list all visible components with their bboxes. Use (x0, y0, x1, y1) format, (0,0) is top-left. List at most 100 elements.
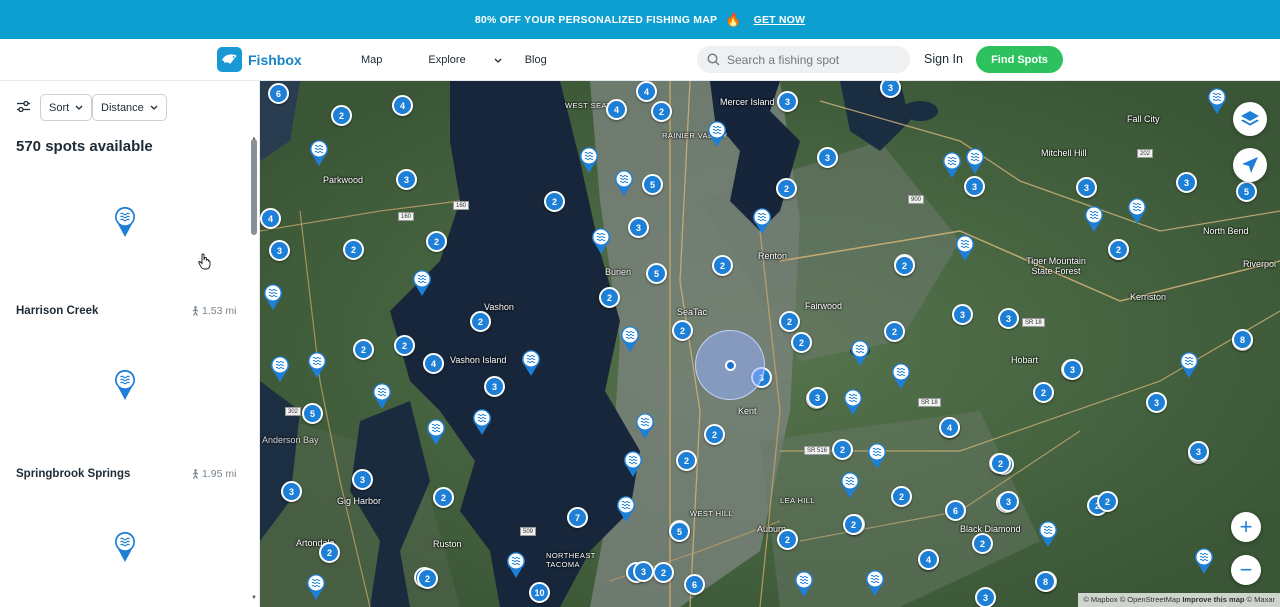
spot-cluster-marker[interactable]: 3 (281, 481, 302, 502)
water-spot-pin-icon[interactable] (941, 151, 963, 179)
search-input[interactable]: Search a fishing spot (697, 46, 910, 73)
spot-cluster-marker[interactable]: 2 (1033, 382, 1054, 403)
distance-dropdown[interactable]: Distance (92, 94, 167, 121)
water-spot-pin-icon[interactable] (866, 442, 888, 470)
spot-cluster-marker[interactable]: 2 (426, 231, 447, 252)
spot-cluster-marker[interactable]: 3 (1188, 441, 1209, 462)
spot-cluster-marker[interactable]: 3 (633, 561, 654, 582)
spot-cluster-marker[interactable]: 2 (651, 101, 672, 122)
water-spot-pin-icon[interactable] (622, 450, 644, 478)
spot-cluster-marker[interactable]: 4 (918, 549, 939, 570)
spot-cluster-marker[interactable]: 6 (268, 83, 289, 104)
spot-cluster-marker[interactable]: 2 (353, 339, 374, 360)
sign-in-link[interactable]: Sign In (924, 52, 963, 66)
spot-cluster-marker[interactable]: 6 (945, 500, 966, 521)
water-spot-pin-icon[interactable] (371, 382, 393, 410)
spot-cluster-marker[interactable]: 6 (684, 574, 705, 595)
spot-cluster-marker[interactable]: 3 (352, 469, 373, 490)
spot-cluster-marker[interactable]: 2 (894, 255, 915, 276)
spot-cluster-marker[interactable]: 5 (642, 174, 663, 195)
spot-cluster-marker[interactable]: 4 (423, 353, 444, 374)
water-spot-pin-icon[interactable] (864, 569, 886, 597)
spot-cluster-marker[interactable]: 2 (776, 178, 797, 199)
spot-cluster-marker[interactable]: 5 (1236, 181, 1257, 202)
water-spot-pin-icon[interactable] (425, 418, 447, 446)
spot-cluster-marker[interactable]: 2 (779, 311, 800, 332)
spot-cluster-marker[interactable]: 4 (606, 99, 627, 120)
spot-cluster-marker[interactable]: 3 (1146, 392, 1167, 413)
water-spot-pin-icon[interactable] (613, 169, 635, 197)
spot-cluster-marker[interactable]: 10 (529, 582, 550, 603)
spot-cluster-marker[interactable]: 2 (843, 514, 864, 535)
spot-cluster-marker[interactable]: 2 (791, 332, 812, 353)
water-spot-pin-icon[interactable] (411, 269, 433, 297)
filter-icon[interactable] (16, 100, 31, 113)
water-spot-pin-icon[interactable] (262, 283, 284, 311)
water-spot-pin-icon[interactable] (839, 471, 861, 499)
water-spot-pin-icon[interactable] (615, 495, 637, 523)
water-spot-pin-icon[interactable] (751, 207, 773, 235)
spot-cluster-marker[interactable]: 2 (884, 321, 905, 342)
spot-name[interactable]: Springbrook Springs (16, 468, 130, 480)
improve-map-link[interactable]: Improve this map (1182, 595, 1244, 604)
water-spot-pin-icon[interactable] (308, 139, 330, 167)
spot-cluster-marker[interactable]: 5 (646, 263, 667, 284)
zoom-in-button[interactable]: + (1231, 512, 1261, 542)
nav-explore[interactable]: Explore (428, 54, 502, 66)
spot-cluster-marker[interactable]: 3 (777, 91, 798, 112)
spot-cluster-marker[interactable]: 2 (990, 453, 1011, 474)
water-spot-pin-icon[interactable] (578, 146, 600, 174)
spot-cluster-marker[interactable]: 2 (712, 255, 733, 276)
water-spot-pin-icon[interactable] (1206, 87, 1228, 115)
spot-cluster-marker[interactable]: 4 (392, 95, 413, 116)
nav-map[interactable]: Map (361, 54, 405, 66)
spot-cluster-marker[interactable]: 3 (1062, 359, 1083, 380)
water-spot-pin-icon[interactable] (1126, 197, 1148, 225)
spot-cluster-marker[interactable]: 5 (302, 403, 323, 424)
spot-cluster-marker[interactable]: 2 (653, 562, 674, 583)
spot-cluster-marker[interactable]: 2 (672, 320, 693, 341)
water-spot-pin-icon[interactable] (634, 412, 656, 440)
spot-cluster-marker[interactable]: 3 (484, 376, 505, 397)
spot-cluster-marker[interactable]: 2 (777, 529, 798, 550)
water-spot-pin-icon[interactable] (305, 573, 327, 601)
water-spot-pin-icon[interactable] (520, 349, 542, 377)
spot-cluster-marker[interactable]: 3 (396, 169, 417, 190)
spot-cluster-marker[interactable]: 2 (891, 486, 912, 507)
locate-me-button[interactable] (1233, 148, 1267, 182)
water-spot-pin-icon[interactable] (505, 551, 527, 579)
spot-cluster-marker[interactable]: 4 (260, 208, 281, 229)
brand-logo[interactable]: Fishbox (217, 47, 302, 72)
spot-cluster-marker[interactable]: 4 (636, 81, 657, 102)
maxar-credit[interactable]: © Maxar (1247, 595, 1275, 604)
water-spot-pin-icon[interactable] (1193, 547, 1215, 575)
water-spot-pin-icon[interactable] (954, 234, 976, 262)
spot-cluster-marker[interactable]: 2 (704, 424, 725, 445)
spot-cluster-marker[interactable]: 3 (269, 240, 290, 261)
attribution-text[interactable]: © Mapbox © OpenStreetMap (1083, 595, 1180, 604)
scroll-down-arrow[interactable]: ▼ (251, 595, 257, 601)
water-spot-pin-icon[interactable] (471, 408, 493, 436)
nav-blog[interactable]: Blog (525, 54, 570, 66)
spot-cluster-marker[interactable]: 3 (998, 491, 1019, 512)
spot-name[interactable]: Harrison Creek (16, 305, 98, 317)
spot-cluster-marker[interactable]: 3 (1176, 172, 1197, 193)
spot-cluster-marker[interactable]: 3 (1076, 177, 1097, 198)
water-spot-pin-icon[interactable] (842, 388, 864, 416)
spot-cluster-marker[interactable]: 2 (676, 450, 697, 471)
spot-cluster-marker[interactable]: 8 (1035, 571, 1056, 592)
promo-get-now-link[interactable]: GET NOW (754, 14, 806, 26)
spot-cluster-marker[interactable]: 2 (470, 311, 491, 332)
spot-cluster-marker[interactable]: 8 (1232, 329, 1253, 350)
spot-cluster-marker[interactable]: 2 (1097, 491, 1118, 512)
spot-cluster-marker[interactable]: 3 (817, 147, 838, 168)
spot-cluster-marker[interactable]: 2 (832, 439, 853, 460)
water-spot-pin-icon[interactable] (590, 227, 612, 255)
spot-cluster-marker[interactable]: 3 (964, 176, 985, 197)
spot-cluster-marker[interactable]: 2 (599, 287, 620, 308)
spot-cluster-marker[interactable]: 5 (669, 521, 690, 542)
sidebar-scrollbar[interactable] (251, 139, 257, 235)
spot-cluster-marker[interactable]: 2 (1108, 239, 1129, 260)
water-spot-pin-icon[interactable] (849, 339, 871, 367)
sort-dropdown[interactable]: Sort (40, 94, 93, 121)
